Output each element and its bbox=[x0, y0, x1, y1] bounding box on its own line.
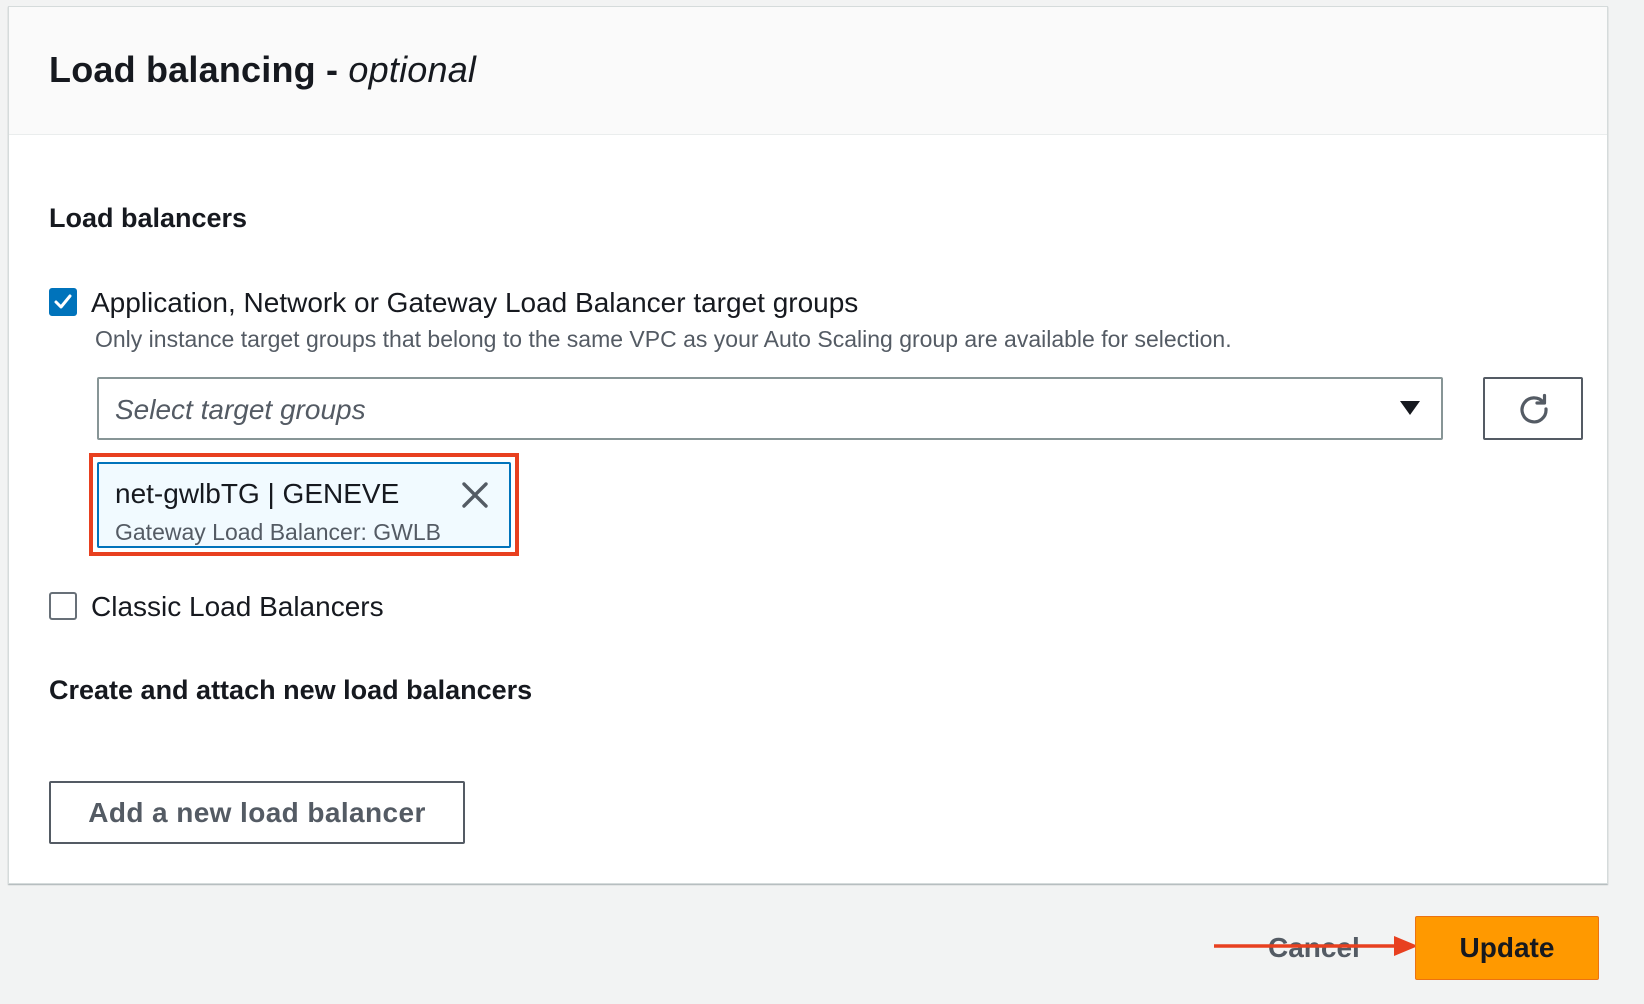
target-groups-select[interactable]: Select target groups bbox=[97, 377, 1443, 440]
load-balancers-heading: Load balancers bbox=[49, 203, 248, 233]
refresh-icon bbox=[1520, 393, 1548, 424]
classic-lb-checkbox[interactable] bbox=[49, 592, 77, 620]
update-button[interactable]: Update bbox=[1415, 916, 1599, 980]
refresh-button[interactable] bbox=[1483, 377, 1583, 440]
create-lb-heading: Create and attach new load balancers bbox=[49, 675, 533, 705]
select-placeholder: Select target groups bbox=[115, 394, 366, 425]
panel-header: Load balancing - optional bbox=[9, 7, 1607, 135]
target-groups-checkbox-label[interactable]: Application, Network or Gateway Load Bal… bbox=[91, 287, 858, 319]
load-balancing-panel: Load balancing - optional Load balancers… bbox=[8, 6, 1608, 884]
panel-title-optional: optional bbox=[348, 49, 477, 90]
classic-lb-checkbox-label[interactable]: Classic Load Balancers bbox=[91, 591, 384, 623]
panel-title-main: Load balancing - bbox=[49, 49, 349, 90]
selected-target-group-token: net-gwlbTG | GENEVE Gateway Load Balance… bbox=[97, 462, 511, 548]
panel-title: Load balancing - optional bbox=[49, 49, 1607, 91]
caret-down-icon bbox=[1400, 401, 1420, 415]
token-name: net-gwlbTG | GENEVE bbox=[115, 478, 400, 509]
check-icon bbox=[54, 294, 72, 309]
add-load-balancer-button[interactable]: Add a new load balancer bbox=[49, 781, 465, 844]
target-groups-checkbox[interactable] bbox=[49, 288, 77, 316]
close-icon[interactable] bbox=[459, 479, 491, 511]
arrow-right-icon bbox=[1214, 936, 1418, 956]
token-description: Gateway Load Balancer: GWLB bbox=[115, 519, 441, 545]
target-groups-hint: Only instance target groups that belong … bbox=[95, 326, 1232, 352]
